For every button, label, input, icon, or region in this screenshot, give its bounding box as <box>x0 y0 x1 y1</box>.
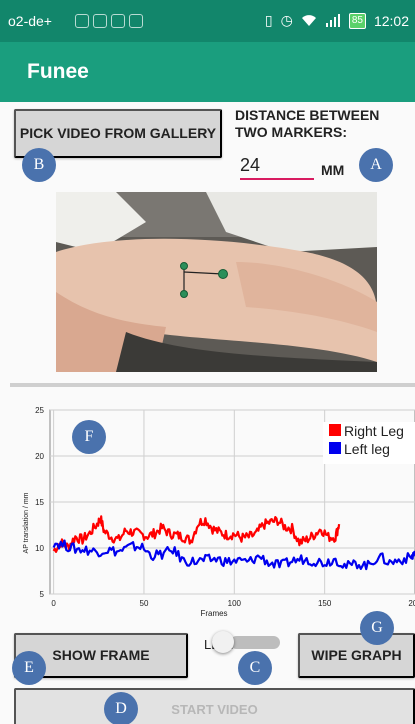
vibrate-icon: ▯ <box>264 12 273 28</box>
knee-image <box>56 192 377 372</box>
distance-input[interactable] <box>240 153 314 180</box>
y-tick-label: 25 <box>35 406 44 415</box>
app-bar: Funee <box>0 42 415 102</box>
carrier-label: o2-de+ <box>8 13 52 29</box>
app-notification-icon <box>129 14 143 28</box>
wipe-graph-button[interactable]: WIPE GRAPH <box>298 633 415 678</box>
unit-label: MM <box>321 162 345 178</box>
series-line-right-leg <box>52 515 341 553</box>
annotation-marker-g: G <box>360 611 394 645</box>
distance-label: DISTANCE BETWEEN TWO MARKERS: <box>235 107 380 140</box>
y-tick-label: 20 <box>35 452 44 461</box>
app-title: Funee <box>27 60 89 83</box>
start-video-button[interactable]: START VIDEO <box>14 688 415 724</box>
status-icons: ▯ ◷ 85 12:02 <box>265 12 409 29</box>
wifi-icon <box>301 15 316 26</box>
section-divider <box>10 383 415 387</box>
annotation-marker-d: D <box>104 692 138 724</box>
chart-legend: Right Leg Left leg <box>323 422 415 464</box>
signal-icon <box>325 14 340 27</box>
app-notification-icon <box>111 14 125 28</box>
x-tick-label: 0 <box>51 599 56 608</box>
status-time: 12:02 <box>373 12 409 29</box>
app-notification-icon <box>75 14 89 28</box>
x-tick-label: 50 <box>140 599 149 608</box>
alarm-icon: ◷ <box>280 12 293 28</box>
y-tick-label: 15 <box>35 498 44 507</box>
y-tick-label: 10 <box>35 544 44 553</box>
app-notification-icon <box>93 14 107 28</box>
legend-swatch-right <box>329 424 341 436</box>
video-frame <box>56 192 377 372</box>
annotation-marker-e: E <box>12 651 46 685</box>
legend-swatch-left <box>329 442 341 454</box>
leg-switch-track[interactable] <box>230 636 280 649</box>
x-axis-label: Frames <box>200 609 227 618</box>
legend-label-right: Right Leg <box>344 423 404 439</box>
annotation-marker-b: B <box>22 148 56 182</box>
x-tick-label: 100 <box>228 599 242 608</box>
leg-switch-thumb[interactable] <box>212 631 234 653</box>
x-tick-label: 200 <box>408 599 415 608</box>
annotation-marker-a: A <box>359 148 393 182</box>
legend-label-left: Left leg <box>344 441 390 457</box>
status-bar: o2-de+ ▯ ◷ 85 12:02 <box>0 0 415 42</box>
annotation-marker-c: C <box>238 651 272 685</box>
x-tick-label: 150 <box>318 599 332 608</box>
y-axis-label: AP translation / mm <box>23 492 30 553</box>
y-tick-label: 5 <box>40 590 45 599</box>
notification-icons <box>75 14 143 28</box>
annotation-marker-f: F <box>72 420 106 454</box>
battery-icon: 85 <box>348 12 366 29</box>
